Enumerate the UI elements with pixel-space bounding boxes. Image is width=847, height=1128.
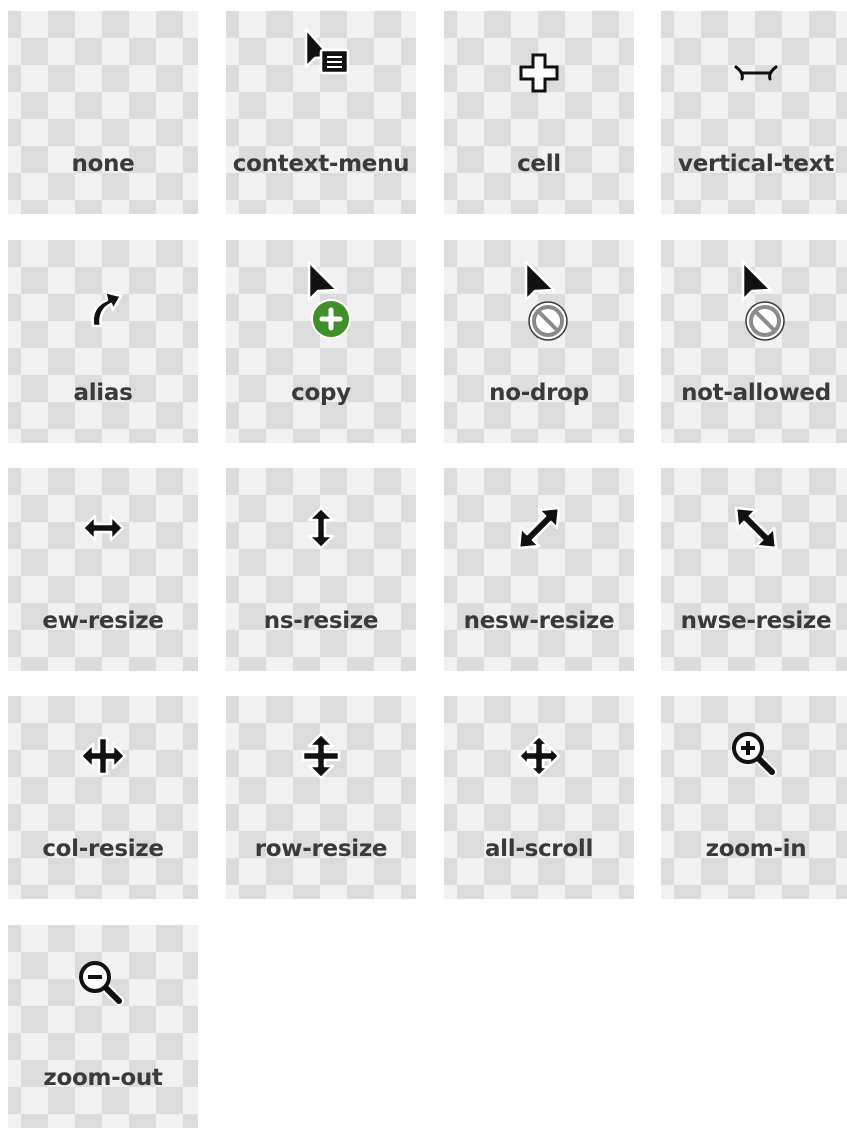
alias-icon [63,260,143,340]
cursor-label: all-scroll [484,836,594,862]
cursor-label: copy [291,380,351,406]
cursor-tile-vertical-text: vertical-text [661,11,847,214]
all-scroll-icon [499,716,579,796]
no-drop-icon [499,260,579,341]
row-resize-icon [281,716,361,796]
col-resize-icon [63,716,143,796]
ew-resize-icon [63,488,143,568]
cursor-label: nesw-resize [463,608,615,634]
cell-icon [499,31,579,111]
cursor-label: not-allowed [681,380,831,406]
cursor-label: zoom-out [43,1065,163,1091]
cursor-tile-col-resize: col-resize [8,696,198,899]
zoom-out-icon [63,945,143,1025]
not-allowed-icon [716,260,796,341]
cursor-tile-row-resize: row-resize [226,696,416,899]
cursor-label: zoom-in [705,836,807,862]
nwse-resize-icon [716,488,796,568]
context-menu-icon [281,27,361,111]
cursor-gallery: none context-menu cell vertical-text ali… [0,0,847,1128]
cursor-tile-ns-resize: ns-resize [226,468,416,671]
vertical-text-icon [716,31,796,111]
cursor-tile-alias: alias [8,240,198,443]
cursor-tile-all-scroll: all-scroll [444,696,634,899]
cursor-tile-nesw-resize: nesw-resize [444,468,634,671]
cursor-tile-ew-resize: ew-resize [8,468,198,671]
cursor-label: row-resize [254,836,388,862]
cursor-label: col-resize [42,836,164,862]
cursor-label: context-menu [232,151,410,177]
cursor-label: none [71,151,135,177]
cursor-label: no-drop [489,380,589,406]
cursor-label: cell [517,151,561,177]
cursor-tile-nwse-resize: nwse-resize [661,468,847,671]
cursor-label: ns-resize [263,608,379,634]
cursor-tile-no-drop: no-drop [444,240,634,443]
cursor-tile-none: none [8,11,198,214]
cursor-tile-zoom-out: zoom-out [8,925,198,1128]
nesw-resize-icon [499,488,579,568]
cursor-label: nwse-resize [680,608,832,634]
ns-resize-icon [281,488,361,568]
cursor-label: alias [73,380,133,406]
zoom-in-icon [716,716,796,796]
cursor-tile-cell: cell [444,11,634,214]
copy-icon [281,260,361,340]
cursor-label: ew-resize [42,608,164,634]
cursor-tile-context-menu: context-menu [226,11,416,214]
cursor-label: vertical-text [678,151,834,177]
cursor-tile-zoom-in: zoom-in [661,696,847,899]
empty-cursor-preview [63,31,143,111]
cursor-tile-not-allowed: not-allowed [661,240,847,443]
cursor-tile-copy: copy [226,240,416,443]
